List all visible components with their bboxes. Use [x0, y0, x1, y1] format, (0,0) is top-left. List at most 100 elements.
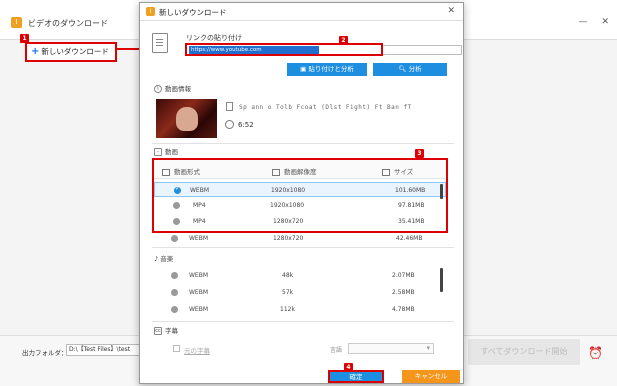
language-select[interactable] [348, 343, 434, 354]
step-badge-2: 2 [339, 36, 348, 45]
download-all-button[interactable]: すべてダウンロード開始 [468, 339, 580, 365]
video-format: WEBM [189, 235, 209, 242]
audio-section-label: 音楽 [160, 255, 174, 263]
video-title: Sp ann o Tolb Fcoat (Dlst Fight) Ft Ban … [239, 104, 412, 111]
video-section-label: 動画 [165, 148, 178, 156]
plus-icon: + [31, 46, 40, 57]
file-size-icon [382, 168, 390, 176]
audio-bitrate: 57k [282, 289, 294, 296]
video-duration: 6:52 [238, 121, 254, 129]
scrollbar-thumb[interactable] [440, 184, 443, 199]
alarm-clock-icon[interactable]: ⏰ [588, 346, 603, 360]
audio-format: WEBM [189, 272, 209, 279]
cc-icon: cc [154, 327, 162, 335]
col-header-size: サイズ [382, 166, 413, 176]
audio-row[interactable]: WEBM 112k 4.78MB [152, 302, 450, 317]
dialog-logo-icon: I [146, 7, 155, 16]
video-info-label: 動画情報 [165, 85, 191, 93]
divider [152, 247, 454, 248]
col-size-label: サイズ [394, 168, 414, 176]
video-row[interactable]: WEBM 1280x720 42.46MB [152, 232, 448, 244]
close-icon[interactable]: ✕ [601, 17, 609, 27]
confirm-button[interactable]: 確定 [328, 370, 384, 383]
audio-format: WEBM [189, 289, 209, 296]
video-info-heading: i 動画情報 [154, 83, 191, 93]
analyze-label: 分析 [408, 65, 422, 73]
audio-size: 4.78MB [392, 306, 415, 313]
dialog-close-icon[interactable]: ✕ [447, 6, 455, 16]
video-row[interactable]: MP4 1280x720 35.41MB [154, 214, 446, 229]
video-size: 97.81MB [398, 202, 425, 209]
app-logo-icon: I [11, 17, 22, 28]
clock-icon [225, 120, 234, 129]
col-header-format: 動画形式 [162, 166, 200, 176]
url-input-extension[interactable] [383, 45, 462, 55]
link-paste-label: リンクの貼り付け [186, 34, 242, 42]
step-badge-3: 3 [415, 149, 424, 158]
col-format-label: 動画形式 [174, 168, 200, 176]
scrollbar-thumb[interactable] [440, 268, 443, 292]
audio-bitrate: 48k [282, 272, 294, 279]
window-controls: — ✕ [578, 17, 609, 27]
video-section-heading: - 動画 [154, 146, 178, 156]
radio-unselected[interactable] [171, 235, 178, 242]
video-resolution: 1280x720 [273, 218, 304, 225]
language-label: 言語 [330, 347, 343, 354]
video-thumbnail [156, 99, 217, 138]
document-icon [226, 102, 233, 111]
video-format: WEBM [190, 187, 210, 194]
radio-unselected[interactable] [171, 289, 178, 296]
video-resolution: 1920x1080 [271, 187, 306, 194]
video-resolution: 1280x720 [273, 235, 304, 242]
divider [152, 143, 454, 144]
video-format: MP4 [193, 218, 206, 225]
video-row[interactable]: MP4 1920x1080 97.81MB [154, 198, 446, 213]
audio-bitrate: 112k [280, 306, 295, 313]
audio-row[interactable]: WEBM 57k 2.58MB [152, 285, 450, 300]
audio-format-list: WEBM 48k 2.07MB WEBM 57k 2.58MB WEBM 112… [152, 266, 450, 319]
video-row[interactable]: WEBM 1920x1080 101.60MB [154, 182, 446, 197]
table-header: 動画形式 動画解像度 サイズ [154, 160, 446, 179]
radio-unselected[interactable] [173, 218, 180, 225]
col-header-resolution: 動画解像度 [272, 166, 317, 176]
audio-format: WEBM [189, 306, 209, 313]
url-input[interactable]: https://www.youtube.com [185, 43, 383, 56]
radio-unselected[interactable] [171, 272, 178, 279]
paste-and-analyze-label: 貼り付けと分析 [308, 65, 354, 73]
video-size: 35.41MB [398, 218, 425, 225]
search-icon: 🔍︎ [398, 65, 409, 73]
resolution-icon [272, 168, 280, 176]
original-subtitle-checkbox[interactable] [173, 345, 180, 352]
radio-unselected[interactable] [173, 202, 180, 209]
film-icon [162, 168, 170, 176]
original-subtitle-label[interactable]: 元の字幕 [184, 345, 210, 355]
app-title: ビデオのダウンロード [28, 19, 108, 28]
paste-and-analyze-button[interactable]: ▣ 貼り付けと分析 [287, 63, 367, 76]
audio-section-heading: ♪ 音楽 [154, 253, 173, 263]
divider [152, 321, 454, 322]
audio-row[interactable]: WEBM 48k 2.07MB [152, 268, 450, 283]
audio-size: 2.07MB [392, 272, 415, 279]
minimize-icon[interactable]: — [578, 17, 587, 27]
output-folder-label: 出力フォルダ： [22, 349, 68, 357]
col-resolution-label: 動画解像度 [284, 168, 317, 176]
video-size: 42.46MB [396, 235, 423, 242]
output-folder-input[interactable]: D:\【Test Files】\test [66, 344, 146, 356]
clipboard-icon [152, 33, 168, 53]
cancel-button[interactable]: キャンセル [402, 370, 460, 383]
url-value: https://www.youtube.com [189, 46, 319, 54]
new-download-label: 新しいダウンロード [41, 47, 109, 56]
subtitle-section-heading: cc 字幕 [154, 325, 178, 335]
new-download-dialog: I 新しいダウンロード ✕ リンクの貼り付け https://www.youtu… [139, 2, 464, 384]
collapse-icon[interactable]: - [154, 148, 162, 156]
info-icon: i [154, 85, 162, 93]
video-resolution: 1920x1080 [270, 202, 305, 209]
audio-size: 2.58MB [392, 289, 415, 296]
radio-unselected[interactable] [171, 306, 178, 313]
dialog-titlebar: I 新しいダウンロード ✕ [140, 3, 463, 21]
video-format: MP4 [193, 202, 206, 209]
new-download-button[interactable]: + 新しいダウンロード [25, 42, 117, 62]
analyze-button[interactable]: 🔍︎ 分析 [373, 63, 447, 76]
step-badge-1: 1 [20, 34, 29, 43]
radio-selected[interactable] [174, 185, 181, 194]
